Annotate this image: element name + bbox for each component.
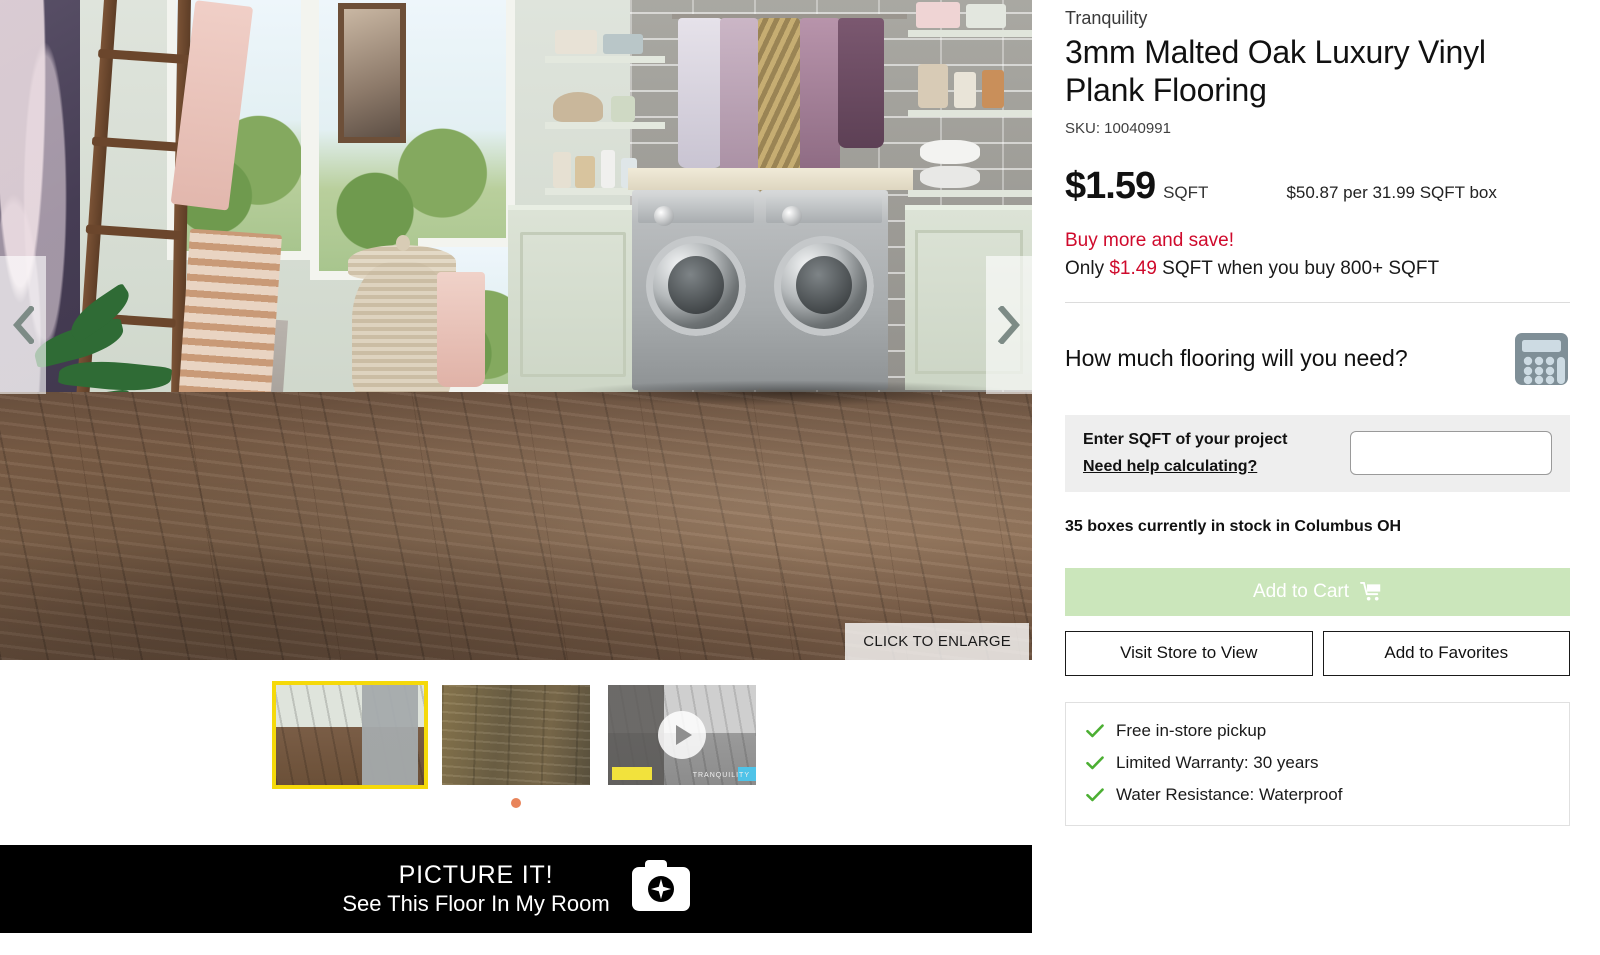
stock-status: 35 boxes currently in stock in Columbus … [1065,517,1402,535]
cabinet-left [508,205,638,395]
thumbnail-laundry-room-scene[interactable] [272,681,428,789]
check-icon [1086,788,1104,802]
need-help-calculating-link[interactable]: Need help calculating? [1083,458,1287,476]
play-icon[interactable] [658,711,706,759]
add-to-cart-button[interactable]: Add to Cart [1065,567,1570,616]
sparkle-icon [650,878,671,900]
picture-it-subtitle: See This Floor In My Room [342,890,610,916]
sqft-input[interactable] [1350,431,1552,476]
feature-item: Free in-store pickup [1086,721,1549,741]
calculator-question: How much flooring will you need? [1065,345,1408,372]
pagination-dot[interactable] [511,798,521,808]
product-detail-page: CLICK TO ENLARGE TRANQUILITY PICTURE IT!… [0,0,1600,955]
laundry-hamper-knob [396,235,410,251]
promo-prefix: Only [1065,257,1110,279]
framed-picture [338,3,406,143]
price-unit-label: SQFT [1163,182,1209,202]
sqft-calculator-box: Enter SQFT of your project Need help cal… [1065,414,1570,492]
thumbnail-plank-closeup[interactable] [442,685,590,785]
video-watermark: TRANQUILITY [692,772,750,779]
feature-label: Free in-store pickup [1116,720,1267,740]
countertop [628,168,913,190]
chevron-right-icon [998,306,1020,344]
page-title: 3mm Malted Oak Luxury Vinyl Plank Floori… [1065,34,1486,109]
product-brand: Tranquility [1065,8,1148,28]
section-divider [1065,301,1570,303]
thumbnail-strip: TRANQUILITY [0,660,1032,810]
picture-it-title: PICTURE IT! [398,861,554,890]
unit-price: $1.59 [1065,164,1156,207]
chevron-left-icon [13,306,34,344]
product-info-panel: Tranquility 3mm Malted Oak Luxury Vinyl … [1065,0,1570,955]
hanging-clothes [672,0,907,194]
product-sku: SKU: 10040991 [1065,119,1171,137]
video-badge [612,767,652,780]
price-row: $1.59 SQFT $50.87 per 31.99 SQFT box [1065,165,1570,208]
add-to-favorites-button[interactable]: Add to Favorites [1322,630,1570,676]
picture-it-banner[interactable]: PICTURE IT! See This Floor In My Room [0,845,1032,933]
clothes-dryer [760,190,888,390]
promo-detail: Only $1.49 SQFT when you buy 800+ SQFT [1065,258,1570,280]
pink-towel [437,272,485,387]
check-icon [1086,724,1104,738]
add-to-cart-label: Add to Cart [1252,580,1350,602]
calculator-icon[interactable] [1513,331,1570,387]
sqft-input-label: Enter SQFT of your project [1083,430,1288,448]
secondary-actions: Visit Store to View Add to Favorites [1065,630,1570,676]
gallery-prev-button[interactable] [0,256,46,394]
feature-item: Water Resistance: Waterproof [1086,785,1549,805]
gallery-next-button[interactable] [986,256,1032,394]
visit-store-button[interactable]: Visit Store to View [1065,630,1313,676]
click-to-enlarge-label[interactable]: CLICK TO ENLARGE [845,623,1029,660]
calculator-row: How much flooring will you need? [1065,331,1570,387]
camera-sparkle-icon [631,860,690,911]
promo-sale-price: $1.49 [1109,257,1157,279]
carousel-pagination [0,795,1032,813]
washing-machine [632,190,760,390]
product-gallery: CLICK TO ENLARGE TRANQUILITY PICTURE IT!… [0,0,1035,955]
feature-item: Limited Warranty: 30 years [1086,753,1549,773]
shopping-cart-icon [1360,582,1381,601]
vinyl-plank-floor [0,392,1032,660]
floor-shadow [560,380,1020,406]
promo-suffix: SQFT when you buy 800+ SQFT [1156,257,1440,279]
shelf-unit-right [908,0,1032,200]
feature-label: Water Resistance: Waterproof [1116,784,1343,804]
feature-label: Limited Warranty: 30 years [1116,752,1319,772]
box-price: $50.87 per 31.99 SQFT box [1286,182,1497,202]
thumbnail-kitchen-video[interactable]: TRANQUILITY [608,685,756,785]
feature-list: Free in-store pickup Limited Warranty: 3… [1065,701,1570,826]
hero-image[interactable]: CLICK TO ENLARGE [0,0,1032,660]
check-icon [1086,756,1104,770]
promo-headline: Buy more and save! [1065,229,1234,251]
